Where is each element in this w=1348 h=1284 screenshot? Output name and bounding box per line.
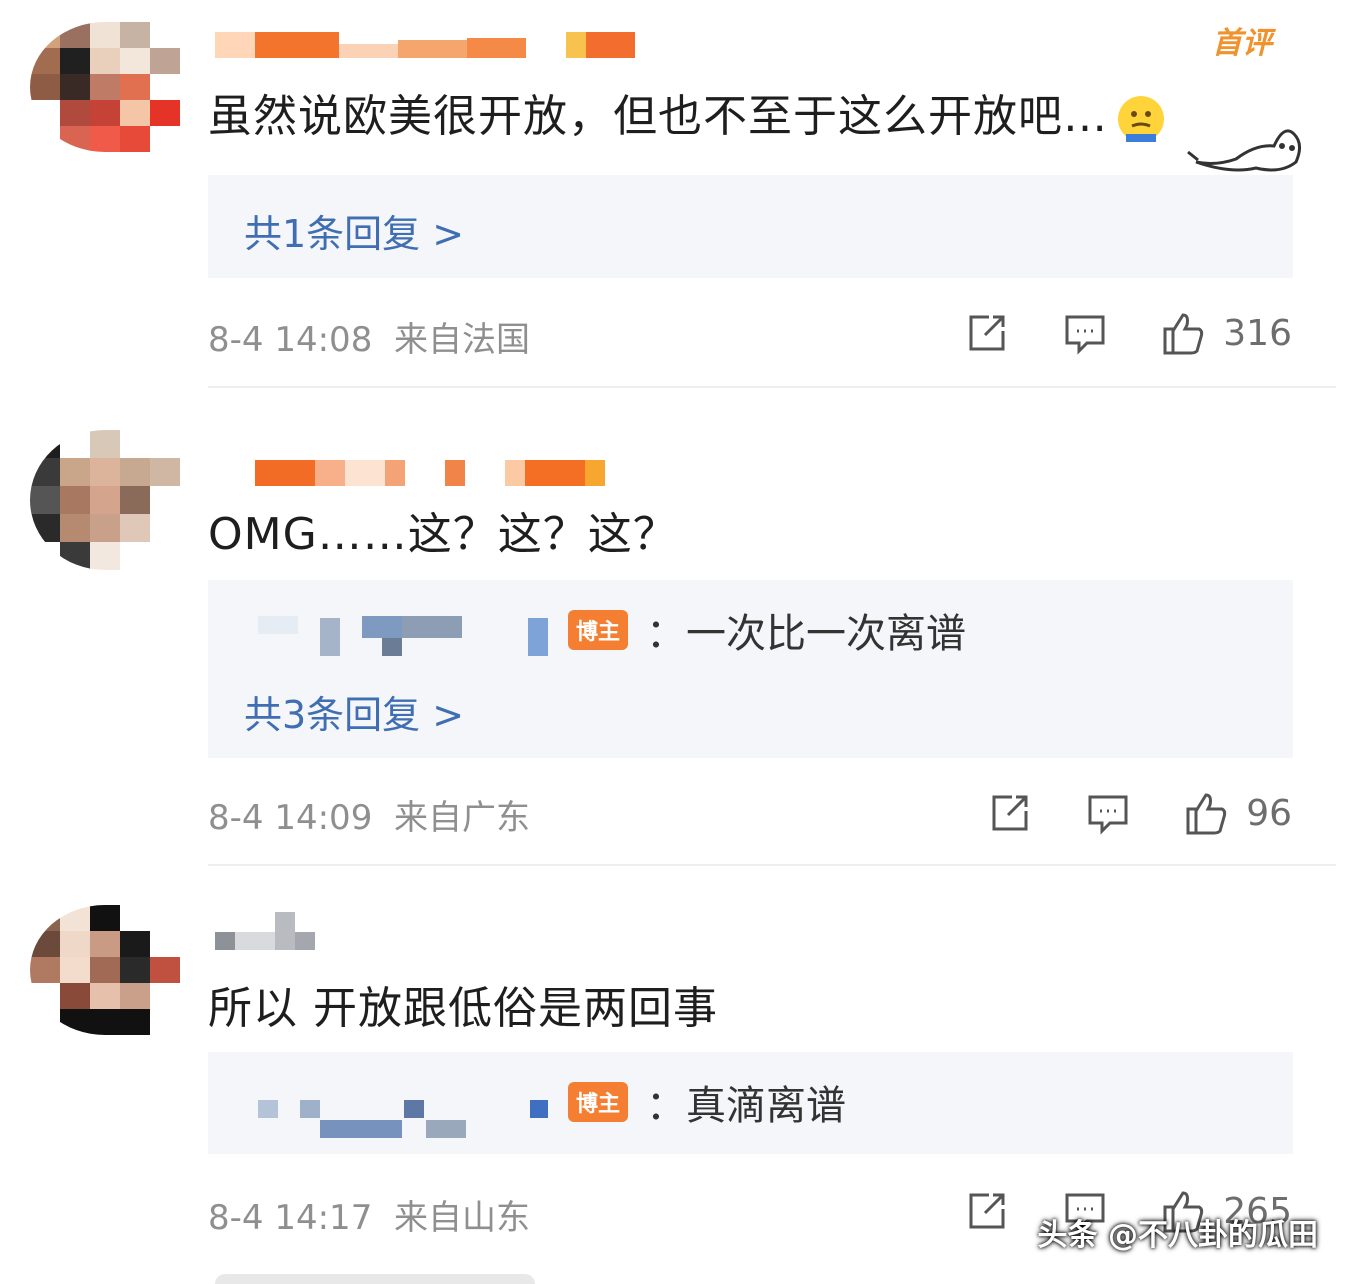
- next-comment-edge: [215, 1274, 535, 1284]
- sub-reply-text: ：一次比一次离谱: [646, 611, 967, 657]
- view-replies-link[interactable]: 共1条回复 >: [244, 203, 464, 258]
- share-icon[interactable]: [965, 311, 1009, 355]
- avatar[interactable]: [30, 22, 180, 152]
- sub-reply-username-blurred[interactable]: [258, 1080, 568, 1138]
- comment-text: OMG……这？这？这？: [208, 509, 678, 560]
- sub-reply-text: ：真滴离谱: [646, 1083, 847, 1129]
- comment-time: 8-4 14:09: [208, 798, 373, 838]
- reply-box[interactable]: 共1条回复 >: [208, 175, 1293, 278]
- reply-box[interactable]: 博主 ：真滴离谱: [208, 1052, 1293, 1154]
- view-replies-link[interactable]: 共3条回复 >: [244, 684, 464, 739]
- comment-location: 来自山东: [393, 1198, 530, 1238]
- shrug-emoji-icon: [1118, 96, 1164, 144]
- like-count: 96: [1246, 792, 1292, 834]
- divider: [208, 864, 1336, 866]
- comment-icon[interactable]: [1086, 791, 1130, 835]
- comment-location: 来自法国: [393, 320, 530, 360]
- avatar[interactable]: [30, 430, 180, 570]
- sub-reply[interactable]: 博主 ：一次比一次离谱: [258, 606, 966, 657]
- dog-sticker-icon: [1186, 104, 1306, 176]
- thumbs-up-icon[interactable]: [1184, 791, 1228, 835]
- comment-location: 来自广东: [393, 798, 530, 838]
- reply-box[interactable]: 博主 ：一次比一次离谱 共3条回复 >: [208, 580, 1293, 758]
- share-icon[interactable]: [965, 1189, 1009, 1233]
- username-blurred[interactable]: [215, 910, 635, 950]
- share-icon[interactable]: [988, 791, 1032, 835]
- watermark: 头条 @不八卦的瓜田: [1037, 1218, 1318, 1253]
- first-comment-badge: 首评: [1212, 26, 1272, 61]
- thumbs-up-icon[interactable]: [1161, 311, 1205, 355]
- username-blurred[interactable]: [215, 446, 635, 486]
- comment-text: 所以 开放跟低俗是两回事: [208, 983, 718, 1034]
- comment-time: 8-4 14:08: [208, 320, 373, 360]
- comment-time: 8-4 14:17: [208, 1198, 373, 1238]
- blogger-badge: 博主: [568, 610, 629, 650]
- username-blurred[interactable]: [215, 18, 635, 58]
- blogger-badge: 博主: [568, 1082, 629, 1122]
- comment-actions: 96: [988, 788, 1292, 838]
- sub-reply[interactable]: 博主 ：真滴离谱: [258, 1078, 846, 1138]
- avatar[interactable]: [30, 905, 180, 1035]
- comment-icon[interactable]: [1063, 311, 1107, 355]
- comment-actions: 316: [965, 308, 1292, 358]
- comment-text: 虽然说欧美很开放，但也不至于这么开放吧…: [208, 91, 1108, 142]
- like-count: 316: [1223, 312, 1292, 354]
- sub-reply-username-blurred[interactable]: [258, 608, 568, 656]
- divider: [208, 386, 1336, 388]
